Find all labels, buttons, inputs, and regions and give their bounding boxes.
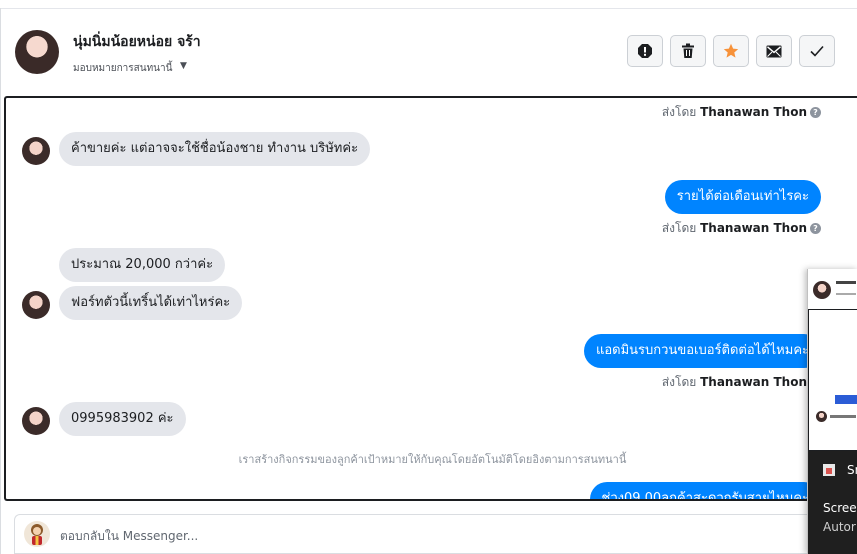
system-activity-note: เราสร้างกิจกรรมของลูกค้าเป้าหมายให้กับคุ… bbox=[238, 453, 627, 466]
popup-preview-frame bbox=[808, 309, 857, 451]
mark-spam-button[interactable] bbox=[627, 35, 663, 67]
snipping-notification[interactable]: Sn Scree Autor bbox=[808, 451, 857, 554]
envelope-icon bbox=[766, 45, 782, 57]
message-bubble-outgoing: ช่วง09.00ลูกค้าสะดวกรับสายไหมคะ bbox=[589, 482, 821, 499]
notification-subtitle: Autor bbox=[823, 520, 856, 534]
mark-done-button[interactable] bbox=[799, 35, 835, 67]
sent-by-label: ส่งโดย Thanawan Thon? bbox=[662, 373, 821, 392]
mascot-icon bbox=[31, 524, 43, 545]
check-icon bbox=[810, 45, 824, 57]
message-bubble-outgoing: รายได้ต่อเดือนเท่าไรคะ bbox=[664, 180, 821, 214]
snip-label: Sn bbox=[847, 463, 857, 477]
help-icon[interactable]: ? bbox=[810, 223, 821, 234]
customer-avatar bbox=[22, 291, 50, 319]
customer-avatar bbox=[22, 407, 50, 435]
message-bubble-outgoing: แอดมินรบกวนขอเบอร์ติดต่อได้ไหมคะ bbox=[583, 334, 821, 368]
message-bubble-incoming: ฟอร์ทตัวนี้เทริ์นได้เท่าไหร่คะ bbox=[59, 286, 243, 320]
contact-avatar[interactable] bbox=[15, 30, 59, 74]
contact-name[interactable]: นุ่มนิ่มน้อยหน่อย จร้า bbox=[73, 31, 201, 53]
delete-button[interactable] bbox=[670, 35, 706, 67]
help-icon[interactable]: ? bbox=[810, 107, 821, 118]
preview-avatar bbox=[816, 411, 827, 422]
message-bubble-incoming: ค้าขายค่ะ แต่อาจจะใช้ชื่อน้องชาย ทำงาน บ… bbox=[59, 132, 371, 166]
message-bubble-incoming: 0995983902 ค่ะ bbox=[59, 402, 186, 436]
message-bubble-incoming: ประมาณ 20,000 กว่าค่ะ bbox=[59, 248, 226, 282]
preview-avatar bbox=[813, 281, 831, 299]
sent-by-label: ส่งโดย Thanawan Thon? bbox=[662, 103, 821, 122]
assign-conversation-link[interactable]: มอบหมายการสนทนานี้ bbox=[73, 61, 172, 76]
trash-icon bbox=[682, 43, 694, 58]
reply-input[interactable]: ตอบกลับใน Messenger... bbox=[60, 527, 198, 546]
reply-box[interactable]: ตอบกลับใน Messenger... bbox=[14, 514, 857, 554]
message-thread[interactable]: ส่งโดย Thanawan Thon? ค้าขายค่ะ แต่อาจจะ… bbox=[4, 96, 857, 501]
snipping-tool-icon bbox=[823, 464, 835, 476]
screenshot-popup[interactable]: Sn Scree Autor bbox=[807, 269, 857, 554]
conversation-header: นุ่มนิ่มน้อยหน่อย จร้า มอบหมายการสนทนานี… bbox=[0, 9, 857, 95]
caret-down-icon[interactable]: ▼ bbox=[180, 61, 187, 71]
star-icon bbox=[723, 43, 739, 58]
sent-by-label: ส่งโดย Thanawan Thon? bbox=[662, 219, 821, 238]
preview-selection bbox=[835, 395, 857, 404]
page-avatar bbox=[24, 521, 50, 547]
star-button[interactable] bbox=[713, 35, 749, 67]
customer-avatar bbox=[22, 137, 50, 165]
spam-icon bbox=[638, 44, 652, 58]
notification-title: Scree bbox=[823, 501, 857, 515]
mark-unread-button[interactable] bbox=[756, 35, 792, 67]
popup-preview-header bbox=[808, 269, 857, 310]
